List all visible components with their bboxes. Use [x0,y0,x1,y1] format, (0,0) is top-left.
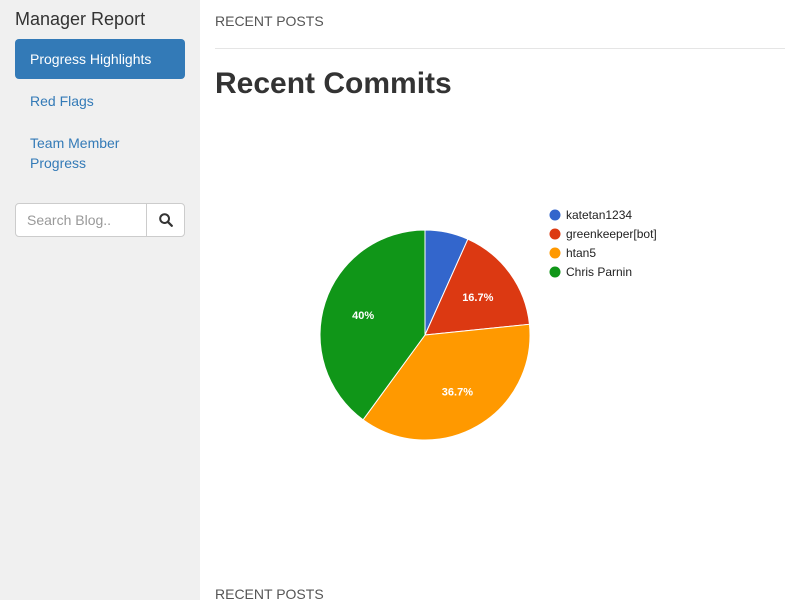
legend-label: htan5 [566,246,596,260]
legend-item-katetan1234[interactable]: katetan1234 [549,208,633,222]
pie-label-greenkeeper-bot: 16.7% [462,292,493,304]
legend-swatch [549,247,561,259]
nav-item-progress-highlights[interactable]: Progress Highlights [15,39,185,79]
search-group [15,203,185,237]
pie-chart: 16.7% 36.7% 40% katetan1234 greenkeeper[bot… [319,208,657,441]
legend-item-chris-parnin[interactable]: Chris Parnin [549,265,633,279]
search-input[interactable] [16,204,146,236]
search-icon [159,213,173,227]
legend-swatch [549,209,561,221]
nav-item-team-member-progress[interactable]: Team Member Progress [15,123,185,183]
legend-swatch [549,228,561,240]
search-button[interactable] [146,204,184,236]
app-title: Manager Report [15,9,146,29]
page-title: Recent Commits [215,67,452,100]
nav-item-red-flags[interactable]: Red Flags [15,81,185,121]
sidebar: Manager Report Progress Highlights Red F… [0,0,200,600]
pie-label-htan5: 36.7% [442,387,473,399]
recent-commits-chart: 16.7% 36.7% 40% katetan1234 greenkeeper[bot… [200,120,800,560]
main-content: RECENT POSTS Recent Commits 16.7% 36.7% 40… [200,0,800,602]
pie-label-chris-parnin: 40% [352,310,374,322]
legend-label: katetan1234 [566,208,632,222]
legend-swatch [549,266,561,278]
divider [215,48,785,49]
recent-posts-heading: RECENT POSTS [215,13,324,29]
legend-item-htan5[interactable]: htan5 [549,246,597,260]
legend-label: Chris Parnin [566,265,632,279]
legend-item-greenkeeper-bot[interactable]: greenkeeper[bot] [549,227,657,241]
legend-label: greenkeeper[bot] [566,227,657,241]
